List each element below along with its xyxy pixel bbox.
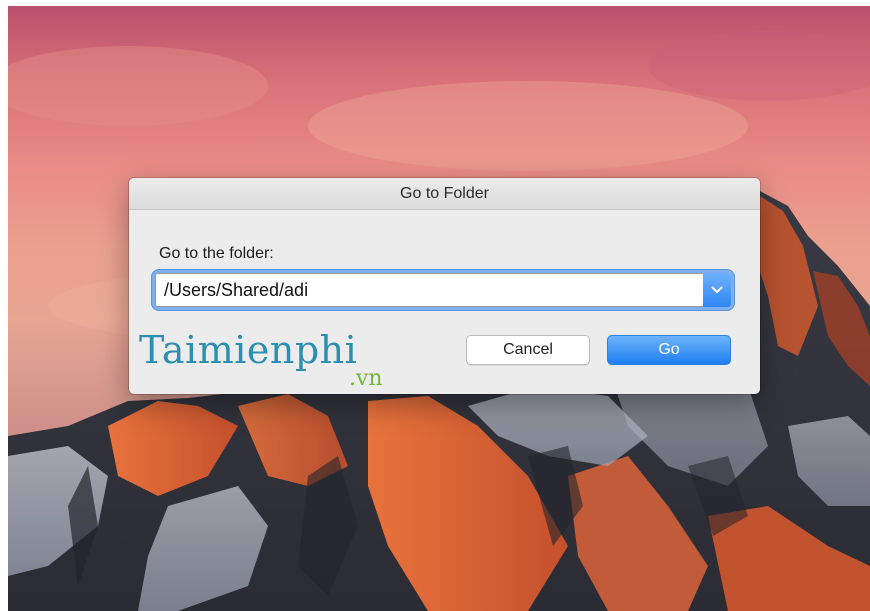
go-to-folder-dialog: Go to Folder Go to the folder: Taimienph… [129,178,760,394]
cancel-button[interactable]: Cancel [466,335,590,365]
folder-path-input[interactable] [155,273,703,307]
chevron-down-icon[interactable] [703,273,731,307]
folder-path-combobox[interactable] [155,273,731,307]
folder-prompt-label: Go to the folder: [159,245,274,262]
go-button[interactable]: Go [607,335,731,365]
watermark-name: Taimienphi [139,328,358,372]
watermark-tld: .vn [349,366,383,391]
screen: Go to Folder Go to the folder: Taimienph… [0,0,870,611]
dialog-title: Go to Folder [129,178,760,210]
watermark-logo: Taimienphi .vn [139,328,383,391]
